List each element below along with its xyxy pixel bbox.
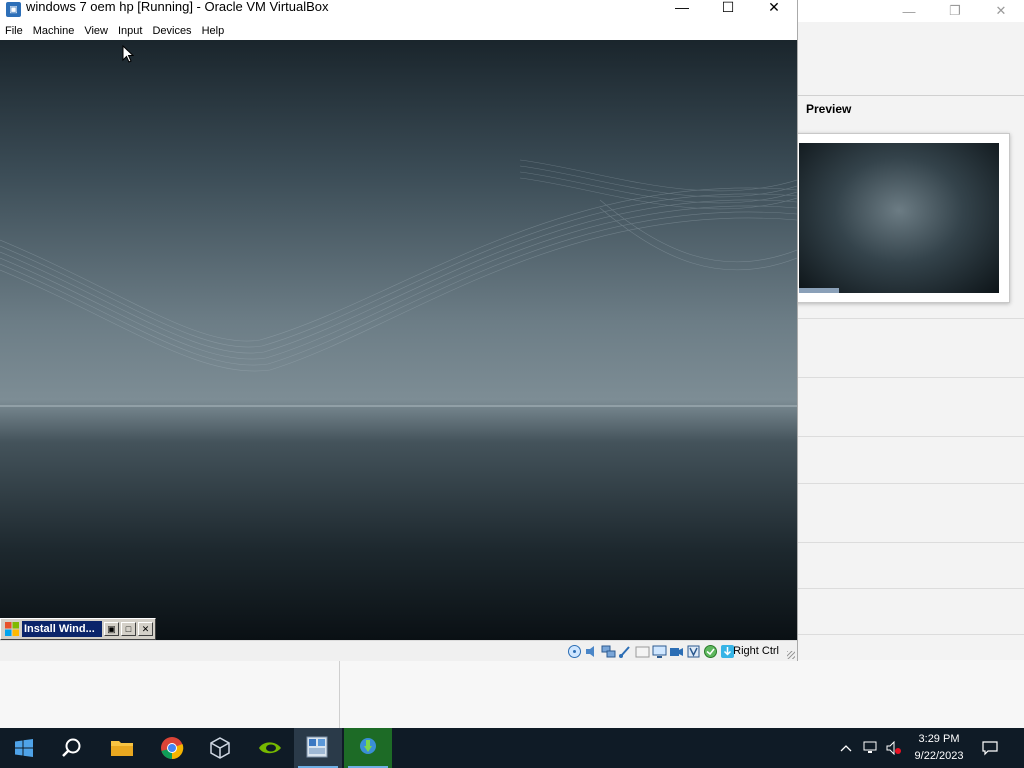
window-controls: — ☐ ✕ [659,0,797,20]
windows-start-icon [15,739,33,757]
guest-display[interactable]: Install Wind... ▣ □ ✕ [0,40,797,640]
host-key-indicator[interactable]: Right Ctrl [733,644,779,658]
optical-disk-icon[interactable] [567,644,582,659]
taskbar-virtualbox[interactable] [196,728,244,768]
search-icon [62,738,81,757]
divider [798,318,1024,319]
clock-date: 9/22/2023 [914,750,964,762]
resize-grip[interactable] [787,651,795,659]
preview-mini-taskbar [799,288,839,293]
virtualbox-icon [210,737,230,759]
divider [798,634,1024,635]
taskbar-file-explorer[interactable] [98,728,146,768]
manager-close-button[interactable]: ✕ [978,0,1024,22]
divider [798,95,1024,96]
manager-window-controls: — ❐ ✕ [886,0,1024,22]
maximize-button[interactable]: ☐ [705,0,751,15]
network-icon[interactable] [601,644,616,659]
manager-restore-button[interactable]: ❐ [932,0,978,22]
usb-icon[interactable] [618,644,633,659]
volume-muted-icon[interactable] [886,740,902,756]
system-tray: 3:29 PM 9/22/2023 [824,728,1024,768]
status-indicators [567,644,735,659]
guest-close-button[interactable]: ✕ [138,622,153,636]
manager-minimize-button[interactable]: — [886,0,932,22]
status-bar: Right Ctrl [0,640,797,661]
divider [339,660,340,728]
minimize-button[interactable]: — [659,0,705,15]
divider [798,377,1024,378]
guest-taskbar-button[interactable]: Install Wind... ▣ □ ✕ [0,618,156,640]
audio-icon[interactable] [584,644,599,659]
preview-heading: Preview [806,102,852,116]
preview-screen [799,143,999,293]
menu-devices[interactable]: Devices [147,22,196,40]
divider [798,483,1024,484]
virtualbox-app-icon: ▣ [6,2,21,17]
manager-bottom-panel [0,660,1024,728]
notification-center-icon[interactable] [982,740,998,756]
network-tray-icon[interactable] [862,740,878,756]
clock[interactable]: 3:29 PM 9/22/2023 [908,731,970,765]
window-title: windows 7 oem hp [Running] - Oracle VM V… [26,0,329,14]
display-icon[interactable] [652,644,667,659]
host-taskbar: 3:29 PM 9/22/2023 [0,728,1024,768]
chrome-icon [161,737,184,760]
vista-installer-icon [306,736,328,758]
taskbar-internet-download-manager[interactable] [344,728,392,768]
shared-folders-icon[interactable] [635,644,650,659]
title-bar[interactable]: ▣ windows 7 oem hp [Running] - Oracle VM… [0,0,797,20]
menu-input[interactable]: Input [113,22,147,40]
file-explorer-icon [111,741,133,756]
vm-window: ▣ windows 7 oem hp [Running] - Oracle VM… [0,0,798,661]
clock-time: 3:29 PM [918,733,960,745]
menu-machine[interactable]: Machine [28,22,80,40]
menu-view[interactable]: View [79,22,113,40]
menu-bar: File Machine View Input Devices Help [0,22,229,40]
mouse-pointer-icon [122,45,134,63]
guest-maximize-button[interactable]: □ [121,622,136,636]
virtualization-icon[interactable] [703,644,718,659]
search-button[interactable] [48,728,96,768]
divider [798,588,1024,589]
menu-file[interactable]: File [0,22,28,40]
chevron-up-icon[interactable] [838,740,854,756]
menu-help[interactable]: Help [197,22,230,40]
divider [798,436,1024,437]
wallpaper-horizon [0,405,797,407]
close-button[interactable]: ✕ [751,0,797,15]
internet-download-manager-icon [360,738,376,754]
start-button[interactable] [0,728,48,768]
taskbar-vista-installer[interactable] [294,728,342,768]
manager-details-pane [798,22,1024,728]
guest-taskbar-button-label: Install Wind... [22,621,102,637]
windows-flag-icon [5,622,19,636]
taskbar-nvidia[interactable] [246,728,294,768]
preview-thumbnail[interactable] [790,133,1010,303]
wallpaper-waves [0,159,797,372]
guest-restore-button[interactable]: ▣ [104,622,119,636]
divider [798,542,1024,543]
taskbar-chrome[interactable] [148,728,196,768]
video-capture-icon[interactable] [669,644,684,659]
nvidia-icon [259,742,281,754]
recording-icon[interactable] [686,644,701,659]
